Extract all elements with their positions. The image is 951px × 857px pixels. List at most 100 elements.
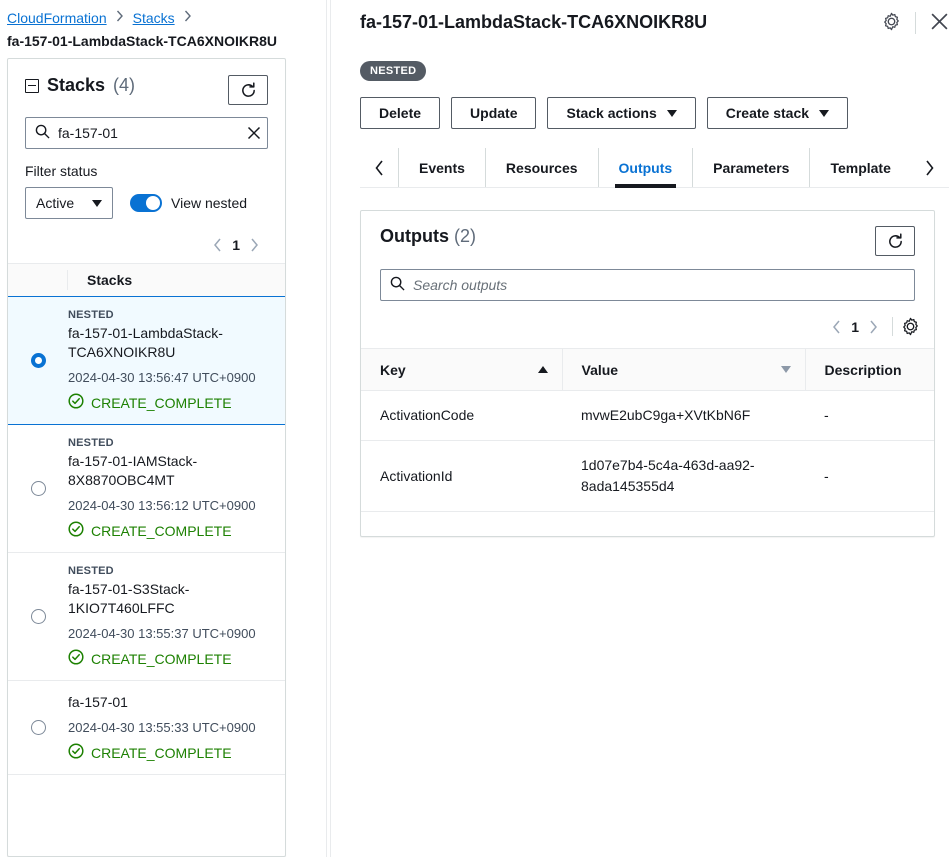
detail-header-icons <box>882 11 949 34</box>
stack-name: fa-157-01 <box>68 694 128 710</box>
stack-date: 2024-04-30 13:55:37 UTC+0900 <box>68 626 256 641</box>
breadcrumb-stacks[interactable]: Stacks <box>133 10 175 26</box>
stack-radio-cell[interactable] <box>8 353 68 368</box>
tab-outputs[interactable]: Outputs <box>597 148 693 188</box>
outputs-header: Outputs (2) <box>361 211 934 256</box>
collapse-icon[interactable] <box>25 78 39 93</box>
previous-page-icon[interactable] <box>213 238 222 252</box>
tabs-scroll-left-icon[interactable] <box>360 148 398 187</box>
stack-radio[interactable] <box>30 353 46 368</box>
outputs-count: (2) <box>454 226 477 246</box>
output-key: ActivationId <box>361 440 562 512</box>
sort-descending-icon <box>780 366 791 373</box>
status-success-icon <box>68 649 84 668</box>
outputs-table-head: Key Value Description <box>361 348 934 391</box>
column-header-key[interactable]: Key <box>361 348 562 391</box>
status-success-icon <box>68 743 84 762</box>
outputs-table-footer <box>361 512 934 536</box>
sort-ascending-icon <box>537 366 548 373</box>
outputs-table-body: ActivationCode mvwE2ubC9ga+XVtKbN6F - Ac… <box>361 390 934 512</box>
filter-status-label: Filter status <box>25 163 98 179</box>
filter-status-select[interactable]: Active <box>25 187 113 219</box>
breadcrumb: CloudFormation Stacks fa-157-01-LambdaSt… <box>0 0 326 50</box>
stack-status: CREATE_COMPLETE <box>68 649 273 668</box>
stacks-title-group: Stacks (4) <box>25 75 135 96</box>
tab-events[interactable]: Events <box>398 148 485 187</box>
breadcrumb-separator-icon-2 <box>184 10 192 25</box>
stack-status: CREATE_COMPLETE <box>68 521 273 540</box>
next-page-icon[interactable] <box>250 238 259 252</box>
detail-header: fa-157-01-LambdaStack-TCA6XNOIKR8U <box>360 0 949 40</box>
create-stack-label: Create stack <box>725 105 810 121</box>
outputs-page-number[interactable]: 1 <box>851 319 859 335</box>
output-value: mvwE2ubC9ga+XVtKbN6F <box>562 390 805 441</box>
stacks-column-header: Stacks <box>87 272 133 288</box>
stacks-pagination: 1 <box>8 219 285 263</box>
chevron-down-icon <box>666 109 677 117</box>
outputs-title-group: Outputs (2) <box>380 226 476 247</box>
status-text: CREATE_COMPLETE <box>91 650 232 667</box>
column-header-value[interactable]: Value <box>561 348 805 391</box>
outputs-next-page-icon[interactable] <box>869 320 878 334</box>
update-button[interactable]: Update <box>451 97 537 129</box>
clear-search-icon[interactable] <box>247 126 261 140</box>
status-text: CREATE_COMPLETE <box>91 394 232 411</box>
refresh-outputs-button[interactable] <box>875 226 915 256</box>
stack-info: NESTED fa-157-01-LambdaStack-TCA6XNOIKR8… <box>68 309 285 412</box>
output-description: - <box>805 440 934 512</box>
outputs-previous-page-icon[interactable] <box>832 320 841 334</box>
tab-parameters[interactable]: Parameters <box>692 148 809 187</box>
column-header-description[interactable]: Description <box>804 348 934 391</box>
outputs-search-input[interactable] <box>413 277 905 293</box>
detail-tabs: Events Resources Outputs Parameters Temp… <box>360 148 949 188</box>
tab-template[interactable]: Template <box>809 148 910 187</box>
stacks-search-row <box>8 105 285 149</box>
tab-resources[interactable]: Resources <box>484 148 598 187</box>
stack-radio-cell[interactable] <box>8 720 68 735</box>
stack-detail-pane: fa-157-01-LambdaStack-TCA6XNOIKR8U NESTE… <box>331 0 951 857</box>
stack-radio-cell[interactable] <box>8 481 68 496</box>
stack-radio[interactable] <box>30 481 46 496</box>
stack-actions-button[interactable]: Stack actions <box>547 97 696 129</box>
stack-radio-cell[interactable] <box>8 609 68 624</box>
breadcrumb-cloudformation[interactable]: CloudFormation <box>7 10 107 26</box>
outputs-search-box[interactable] <box>380 269 915 301</box>
toggle-switch[interactable] <box>130 194 162 212</box>
stack-radio[interactable] <box>30 720 46 735</box>
nested-status-badge: NESTED <box>360 61 427 81</box>
delete-button[interactable]: Delete <box>360 97 441 129</box>
stacks-header: Stacks (4) <box>8 59 285 105</box>
stacks-count: (4) <box>113 75 136 95</box>
create-stack-button[interactable]: Create stack <box>706 97 849 129</box>
breadcrumb-separator-icon <box>116 10 124 25</box>
stacks-page-number[interactable]: 1 <box>232 237 240 253</box>
nested-tag: NESTED <box>68 437 114 449</box>
stack-list-item[interactable]: NESTED fa-157-01-IAMStack-8X8870OBC4MT 2… <box>8 425 285 553</box>
stack-status: CREATE_COMPLETE <box>68 743 273 762</box>
close-icon[interactable] <box>930 12 949 34</box>
stack-actions-label: Stack actions <box>566 105 657 121</box>
stack-list-item[interactable]: fa-157-01 2024-04-30 13:55:33 UTC+0900 C… <box>8 681 285 775</box>
column-header-value-label: Value <box>581 361 619 378</box>
chevron-down-icon <box>92 199 102 207</box>
view-nested-toggle[interactable]: View nested <box>130 194 247 212</box>
stack-list-item[interactable]: NESTED fa-157-01-S3Stack-1KIO7T460LFFC 2… <box>8 553 285 681</box>
table-row: ActivationCode mvwE2ubC9ga+XVtKbN6F - <box>361 390 934 441</box>
stack-date: 2024-04-30 13:56:47 UTC+0900 <box>68 370 256 385</box>
settings-gear-icon[interactable] <box>882 12 901 34</box>
stack-list-item[interactable]: NESTED fa-157-01-LambdaStack-TCA6XNOIKR8… <box>8 296 285 425</box>
stack-info: NESTED fa-157-01-S3Stack-1KIO7T460LFFC 2… <box>68 565 285 668</box>
refresh-stacks-button[interactable] <box>228 75 268 105</box>
stacks-search-input[interactable] <box>58 125 239 141</box>
stacks-search-box[interactable] <box>25 117 268 149</box>
stacks-list-header: Stacks <box>8 263 285 297</box>
stack-date: 2024-04-30 13:55:33 UTC+0900 <box>68 720 256 735</box>
stacks-title: Stacks <box>47 75 106 95</box>
stack-name: fa-157-01-S3Stack-1KIO7T460LFFC <box>68 581 190 616</box>
stack-radio[interactable] <box>30 609 46 624</box>
outputs-preferences-gear-icon[interactable] <box>892 317 920 336</box>
stack-status: CREATE_COMPLETE <box>68 393 273 412</box>
cloudformation-console: CloudFormation Stacks fa-157-01-LambdaSt… <box>0 0 951 857</box>
stack-info: fa-157-01 2024-04-30 13:55:33 UTC+0900 C… <box>68 693 285 762</box>
tabs-scroll-right-icon[interactable] <box>911 148 949 187</box>
